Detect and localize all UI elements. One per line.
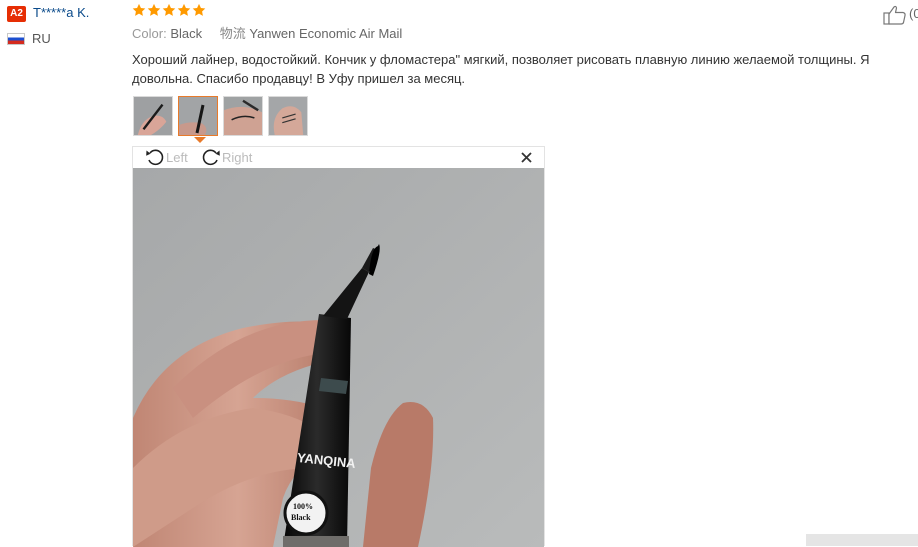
rotate-left-button[interactable]: Left [145,148,188,166]
level-badge: A2 [7,6,26,22]
review-photo-thumbnail[interactable] [223,96,263,136]
review-photo-thumbnail-active[interactable] [178,96,218,143]
shipping-label: 物流 [219,26,246,41]
shipping-value: Yanwen Economic Air Mail [249,26,403,41]
thumbs-up-icon[interactable] [883,5,907,25]
sticker-text-percent: 100% [293,502,313,511]
star-icon [132,3,146,16]
review-text: Хороший лайнер, водостойкий. Кончик у фл… [132,52,870,86]
photo-pen-in-hand: YANQINA 100% Black [133,168,544,547]
photo-hand-lines [269,97,307,135]
rotate-left-label: Left [166,149,188,165]
rotate-right-label: Right [222,149,253,165]
viewer-toolbar: Left Right [133,147,544,168]
photo-viewer: Left Right YANQINA 100% Black [132,146,545,547]
active-thumbnail-caret [194,137,206,143]
close-icon[interactable] [521,152,532,163]
rotate-left-icon [146,149,164,166]
page-scrollbar-area [806,534,918,546]
rotate-right-button[interactable]: Right [201,148,252,166]
star-icon [147,3,161,16]
star-icon [162,3,176,16]
star-icon [177,3,191,16]
helpful-count: (0 [909,6,918,21]
color-label: Color: [132,26,167,41]
review-photo-thumbnail[interactable] [268,96,308,136]
color-value: Black [170,26,203,41]
star-icon [192,3,206,16]
enlarged-review-photo: YANQINA 100% Black [133,168,544,547]
photo-thumbnails [133,96,308,143]
sticker-text-black: Black [291,513,311,522]
photo-hand-pen-2 [179,97,217,135]
photo-skin-swatch [224,97,262,135]
rotate-right-icon [202,149,220,166]
country-flag-icon [7,33,25,45]
user-name-link[interactable]: T*****a K. [33,5,89,21]
photo-hand-pen-1 [134,97,172,135]
rating-stars [132,3,206,21]
country-code: RU [32,31,51,46]
review-photo-thumbnail[interactable] [133,96,173,136]
review-meta: Color: Black 物流 Yanwen Economic Air Mail [132,26,402,42]
